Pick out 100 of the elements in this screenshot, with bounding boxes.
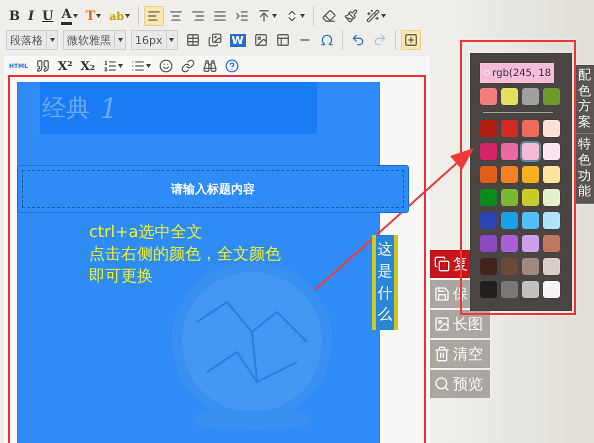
toolbar-button[interactable]: X² bbox=[54, 56, 76, 76]
toolbar-button[interactable]: U bbox=[39, 6, 56, 26]
align-left-icon bbox=[147, 9, 162, 23]
color-swatch[interactable] bbox=[480, 120, 497, 137]
frame-icon bbox=[276, 33, 290, 47]
dropdown-field[interactable]: 微软雅黑 bbox=[63, 30, 126, 50]
image-icon bbox=[254, 33, 268, 47]
vertical-align-icon bbox=[257, 9, 272, 23]
color-swatch[interactable] bbox=[501, 235, 518, 252]
undo-icon bbox=[350, 33, 365, 47]
dropdown-field[interactable]: 段落格 bbox=[6, 30, 58, 50]
color-swatch[interactable] bbox=[543, 258, 560, 275]
color-swatch[interactable] bbox=[522, 143, 539, 160]
color-swatch[interactable] bbox=[522, 235, 539, 252]
panel-tab[interactable]: 特色功能 bbox=[575, 134, 594, 204]
heart-icon bbox=[483, 67, 490, 79]
caret-icon[interactable] bbox=[300, 14, 306, 18]
color-swatch[interactable] bbox=[522, 88, 539, 105]
images-icon bbox=[208, 33, 222, 47]
color-swatch[interactable] bbox=[522, 212, 539, 229]
color-swatch[interactable] bbox=[543, 143, 560, 160]
color-swatch[interactable] bbox=[543, 281, 560, 298]
search-icon bbox=[434, 376, 450, 392]
color-swatch[interactable] bbox=[543, 235, 560, 252]
body-text: 点击右侧的颜色，全文颜色 bbox=[89, 243, 282, 265]
trash-icon bbox=[434, 346, 450, 362]
smiley-icon bbox=[159, 59, 174, 73]
color-swatch[interactable] bbox=[501, 143, 518, 160]
color-swatch[interactable] bbox=[501, 258, 518, 275]
color-swatch[interactable] bbox=[522, 120, 539, 137]
color-swatch[interactable] bbox=[522, 166, 539, 183]
color-swatch[interactable] bbox=[501, 120, 518, 137]
color-swatch[interactable] bbox=[501, 88, 518, 105]
indent-icon bbox=[235, 9, 250, 23]
color-swatch[interactable] bbox=[543, 120, 560, 137]
color-swatch[interactable] bbox=[501, 166, 518, 183]
redo-icon bbox=[372, 33, 387, 47]
color-swatch[interactable] bbox=[480, 235, 497, 252]
heading-box[interactable]: 请输入标题内容 bbox=[17, 165, 409, 213]
copy-icon bbox=[434, 256, 450, 272]
heading-text: 请输入标题内容 bbox=[171, 180, 255, 198]
caret-icon[interactable] bbox=[72, 14, 78, 18]
toolbar-button[interactable]: X₂ bbox=[78, 56, 98, 76]
toolbar-button[interactable]: B bbox=[6, 6, 23, 26]
caret-icon[interactable] bbox=[125, 14, 130, 18]
color-swatch[interactable] bbox=[543, 212, 560, 229]
color-swatch[interactable] bbox=[522, 258, 539, 275]
panel-tab[interactable]: 配色方案 bbox=[575, 65, 594, 134]
quote-icon bbox=[36, 59, 50, 73]
body-text: ctrl+a选中全文 bbox=[89, 221, 204, 243]
toolbar-button[interactable]: W bbox=[226, 30, 249, 50]
wand-icon bbox=[366, 9, 380, 23]
caret-icon[interactable] bbox=[118, 64, 124, 68]
color-swatch[interactable] bbox=[501, 189, 518, 206]
dropdown-field[interactable]: 16px bbox=[131, 30, 178, 50]
color-swatch[interactable] bbox=[480, 189, 497, 206]
color-field[interactable]: rgb(245, 18 bbox=[480, 63, 554, 83]
color-swatch[interactable] bbox=[480, 166, 497, 183]
color-swatch[interactable] bbox=[480, 88, 497, 105]
vertical-text: 这是什么 bbox=[372, 235, 398, 330]
caret-icon[interactable] bbox=[272, 14, 278, 18]
justify-icon bbox=[213, 9, 228, 23]
save-icon bbox=[434, 286, 450, 302]
color-swatch[interactable] bbox=[480, 143, 497, 160]
caret-icon[interactable] bbox=[381, 14, 386, 18]
brush-icon bbox=[344, 9, 358, 23]
color-swatch[interactable] bbox=[501, 281, 518, 298]
title-number: 1 bbox=[100, 92, 118, 124]
table-icon bbox=[186, 33, 200, 47]
toolbar-button[interactable] bbox=[144, 6, 164, 26]
insert-icon bbox=[404, 33, 418, 47]
caret-icon[interactable] bbox=[96, 14, 102, 18]
color-swatch[interactable] bbox=[522, 281, 539, 298]
help-icon bbox=[225, 59, 240, 73]
align-right-icon bbox=[191, 9, 206, 23]
color-swatch[interactable] bbox=[501, 212, 518, 229]
caret-icon[interactable] bbox=[50, 38, 54, 42]
binoculars-icon bbox=[203, 59, 218, 73]
caret-icon[interactable] bbox=[169, 38, 174, 42]
ordered-list-icon bbox=[103, 59, 118, 73]
color-swatch[interactable] bbox=[480, 212, 497, 229]
toolbar-button[interactable]: I bbox=[25, 6, 38, 26]
caret-icon[interactable] bbox=[146, 64, 152, 68]
align-center-icon bbox=[169, 9, 184, 23]
caret-icon[interactable] bbox=[118, 38, 122, 42]
image-icon bbox=[434, 316, 450, 332]
color-swatch[interactable] bbox=[480, 258, 497, 275]
color-swatch[interactable] bbox=[543, 189, 560, 206]
omega-icon bbox=[320, 33, 334, 47]
color-swatch[interactable] bbox=[543, 166, 560, 183]
toolbar-button[interactable]: A bbox=[58, 6, 81, 26]
color-swatch[interactable] bbox=[543, 88, 560, 105]
toolbar-button[interactable] bbox=[400, 30, 421, 50]
body-text: 即可更换 bbox=[89, 265, 154, 287]
title-text: 经典 bbox=[42, 93, 90, 124]
color-swatch[interactable] bbox=[480, 281, 497, 298]
color-swatch[interactable] bbox=[522, 189, 539, 206]
link-icon bbox=[181, 59, 196, 73]
eraser-icon bbox=[322, 9, 336, 23]
unordered-list-icon bbox=[131, 59, 146, 73]
